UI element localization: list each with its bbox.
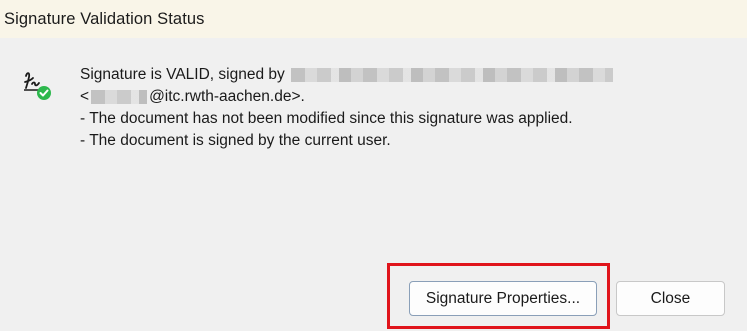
close-button[interactable]: Close xyxy=(616,281,725,316)
message-line-email: < @itc.rwth-aachen.de>. xyxy=(80,86,613,108)
email-open-bracket: < xyxy=(80,88,90,105)
title-bar: Signature Validation Status xyxy=(0,0,747,38)
signature-properties-button[interactable]: Signature Properties... xyxy=(409,281,597,316)
message-line-current-user: - The document is signed by the current … xyxy=(80,132,391,149)
valid-signed-by-text: Signature is VALID, signed by xyxy=(80,66,285,83)
message-line-not-modified: - The document has not been modified sin… xyxy=(80,110,573,127)
redacted-signer-name xyxy=(290,68,613,82)
signature-valid-icon xyxy=(22,68,54,104)
message-line-valid: Signature is VALID, signed by xyxy=(80,64,613,86)
redacted-email-user xyxy=(91,90,148,104)
window-title: Signature Validation Status xyxy=(4,9,205,28)
validation-message: Signature is VALID, signed by < @itc.rwt… xyxy=(80,64,613,152)
email-domain-text: @itc.rwth-aachen.de>. xyxy=(149,88,305,105)
